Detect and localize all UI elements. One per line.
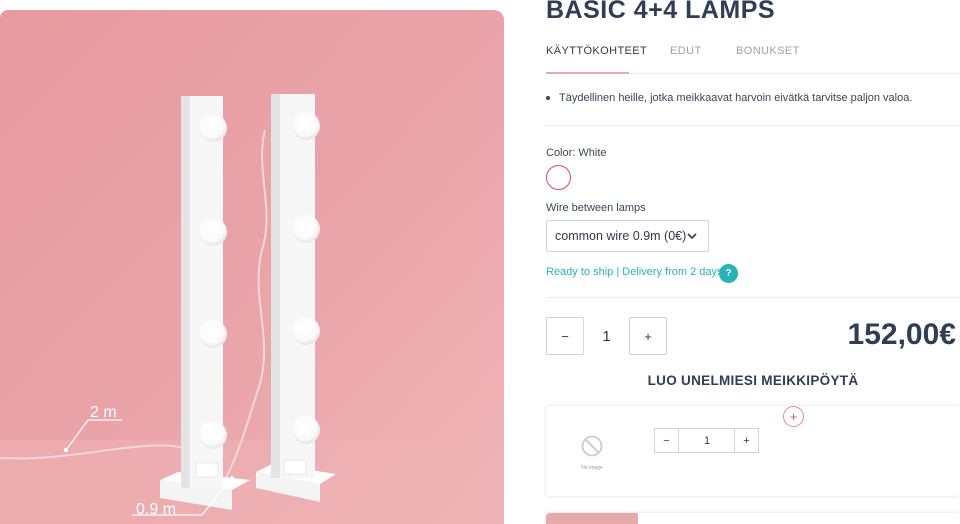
tab-bonukset[interactable]: BONUKSET <box>736 45 800 57</box>
product-title: BASIC 4+4 LAMPS <box>546 0 776 24</box>
bundle-item-thumbnail <box>546 513 638 524</box>
wire-select[interactable]: common wire 0.9m (0€) <box>546 220 709 252</box>
bundle-title: LUO UNELMIESI MEIKKIPÖYTÄ <box>647 373 859 388</box>
no-image-icon <box>581 435 603 457</box>
divider <box>546 125 960 126</box>
quantity-input[interactable]: 1 <box>584 317 629 355</box>
description-text: Täydellinen heille, jotka meikkaavat har… <box>559 92 913 104</box>
wire-short-label: 0.9 m <box>136 501 176 518</box>
product-image: 2 m 0.9 m <box>0 10 504 524</box>
no-image-label: No image <box>581 465 603 471</box>
bundle-item-image: No image <box>574 434 610 471</box>
product-info-panel: BASIC 4+4 LAMPS KÄYTTÖKOHTEET EDUT BONUK… <box>546 0 960 524</box>
add-bundle-item-button[interactable]: + <box>783 406 804 427</box>
wire-long-label: 2 m <box>90 404 117 421</box>
product-photo: 2 m 0.9 m <box>0 10 504 524</box>
product-tabs: KÄYTTÖKOHTEET EDUT BONUKSET <box>546 38 960 74</box>
description-bullet: Täydellinen heille, jotka meikkaavat har… <box>546 92 912 104</box>
help-icon[interactable]: ? <box>719 264 738 283</box>
bundle-quantity-increase-button[interactable]: + <box>734 428 759 453</box>
bundle-card: No image − 1 + <box>546 406 960 496</box>
active-tab-indicator <box>546 72 629 74</box>
product-price: 152,00€ <box>847 318 956 351</box>
tab-kayttokohteet[interactable]: KÄYTTÖKOHTEET <box>546 45 647 57</box>
wire-select-value: common wire 0.9m (0€) <box>555 229 687 243</box>
bundle-quantity-decrease-button[interactable]: − <box>654 428 679 453</box>
tab-edut[interactable]: EDUT <box>670 45 702 57</box>
bullet-dot-icon <box>546 96 550 100</box>
wire-label: Wire between lamps <box>546 202 646 214</box>
bundle-quantity-input[interactable]: 1 <box>679 428 735 453</box>
divider <box>546 297 960 298</box>
quantity-decrease-button[interactable]: − <box>546 317 584 355</box>
color-label: Color: White <box>546 147 607 159</box>
quantity-increase-button[interactable]: + <box>629 317 667 355</box>
color-swatch-white[interactable] <box>546 165 571 190</box>
bundle-card-next <box>546 513 960 524</box>
delivery-status: Ready to ship | Delivery from 2 days <box>546 266 723 278</box>
chevron-down-icon <box>687 233 697 240</box>
